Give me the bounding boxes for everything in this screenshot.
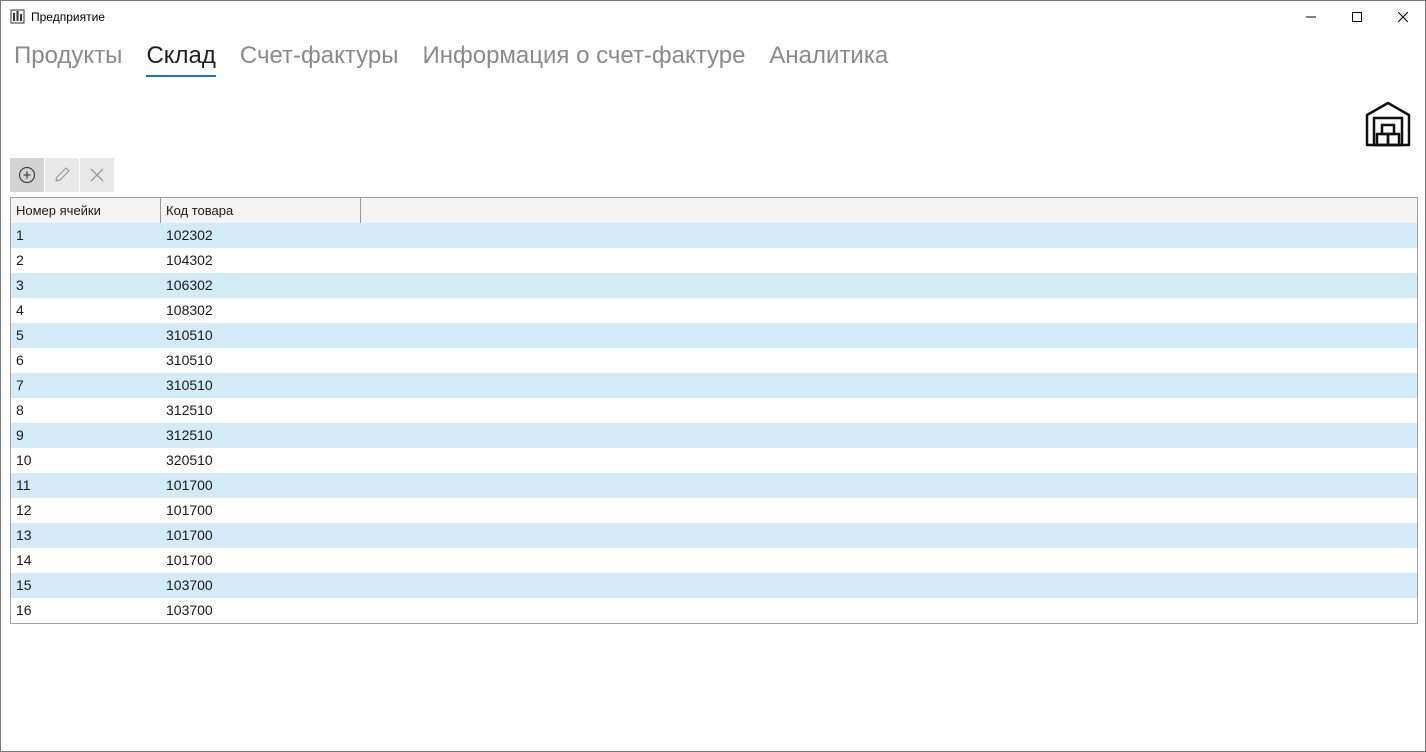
- warehouse-icon: [1365, 101, 1411, 147]
- table-row[interactable]: 1 102302: [11, 223, 1417, 248]
- main-tabs: Продукты Склад Счет-фактуры Информация о…: [14, 41, 912, 81]
- edit-button[interactable]: [45, 158, 79, 192]
- window-title: Предприятие: [31, 10, 105, 24]
- cell-number[interactable]: 8: [11, 398, 161, 423]
- pencil-icon: [55, 167, 70, 182]
- plus-circle-icon: [18, 166, 36, 184]
- cell-product-code[interactable]: 101700: [161, 498, 361, 523]
- app-window: Предприятие Продукты Склад Счет-фактуры …: [0, 0, 1426, 752]
- cell-product-code[interactable]: 106302: [161, 273, 361, 298]
- column-header-product-code[interactable]: Код товара: [161, 198, 361, 223]
- table-row[interactable]: 15 103700: [11, 573, 1417, 598]
- table-row[interactable]: 5 310510: [11, 323, 1417, 348]
- cell-number[interactable]: 5: [11, 323, 161, 348]
- cell-product-code[interactable]: 310510: [161, 323, 361, 348]
- cell-number[interactable]: 7: [11, 373, 161, 398]
- cell-number[interactable]: 11: [11, 473, 161, 498]
- table-row[interactable]: 2 104302: [11, 248, 1417, 273]
- grid-header: Номер ячейки Код товара: [11, 198, 1417, 223]
- cell-product-code[interactable]: 104302: [161, 248, 361, 273]
- column-header-cell-number[interactable]: Номер ячейки: [11, 198, 161, 223]
- cell-number[interactable]: 10: [11, 448, 161, 473]
- cell-product-code[interactable]: 101700: [161, 548, 361, 573]
- table-row[interactable]: 4 108302: [11, 298, 1417, 323]
- tab-analytics[interactable]: Аналитика: [769, 41, 888, 77]
- table-row[interactable]: 14 101700: [11, 548, 1417, 573]
- cell-product-code[interactable]: 108302: [161, 298, 361, 323]
- table-row[interactable]: 10 320510: [11, 448, 1417, 473]
- maximize-button[interactable]: [1334, 1, 1380, 32]
- cell-number[interactable]: 14: [11, 548, 161, 573]
- table-row[interactable]: 13 101700: [11, 523, 1417, 548]
- cell-number[interactable]: 16: [11, 598, 161, 623]
- cell-product-code[interactable]: 103700: [161, 598, 361, 623]
- cell-product-code[interactable]: 312510: [161, 398, 361, 423]
- cell-number[interactable]: 3: [11, 273, 161, 298]
- table-row[interactable]: 11 101700: [11, 473, 1417, 498]
- table-row[interactable]: 6 310510: [11, 348, 1417, 373]
- toolbar: [10, 158, 114, 192]
- cell-number[interactable]: 15: [11, 573, 161, 598]
- minimize-icon: [1306, 16, 1316, 17]
- table-row[interactable]: 8 312510: [11, 398, 1417, 423]
- cell-number[interactable]: 6: [11, 348, 161, 373]
- maximize-icon: [1352, 11, 1362, 22]
- tab-invoice-info[interactable]: Информация о счет-фактуре: [422, 41, 745, 77]
- minimize-button[interactable]: [1288, 1, 1334, 32]
- cell-product-code[interactable]: 103700: [161, 573, 361, 598]
- table-row[interactable]: 12 101700: [11, 498, 1417, 523]
- table-row[interactable]: 9 312510: [11, 423, 1417, 448]
- cell-number[interactable]: 2: [11, 248, 161, 273]
- grid-body: 1 102302 2 104302 3 106302 4 108302 5 310510 6 3105…: [11, 223, 1417, 623]
- table-row[interactable]: 16 103700: [11, 598, 1417, 623]
- cell-product-code[interactable]: 102302: [161, 223, 361, 248]
- column-header-filler: [361, 198, 1417, 223]
- close-icon: [90, 168, 104, 182]
- cell-number[interactable]: 1: [11, 223, 161, 248]
- tab-invoices[interactable]: Счет-фактуры: [240, 41, 399, 77]
- table-row[interactable]: 7 310510: [11, 373, 1417, 398]
- cell-product-code[interactable]: 101700: [161, 473, 361, 498]
- cell-number[interactable]: 13: [11, 523, 161, 548]
- cell-product-code[interactable]: 310510: [161, 373, 361, 398]
- cell-number[interactable]: 12: [11, 498, 161, 523]
- cell-product-code[interactable]: 310510: [161, 348, 361, 373]
- warehouse-grid[interactable]: Номер ячейки Код товара 1 102302 2 104302 3 1…: [10, 197, 1418, 624]
- close-icon: [1398, 11, 1408, 22]
- title-bar[interactable]: Предприятие: [1, 1, 1425, 32]
- app-icon: [10, 9, 25, 24]
- add-button[interactable]: [10, 158, 44, 192]
- cell-product-code[interactable]: 320510: [161, 448, 361, 473]
- delete-button[interactable]: [80, 158, 114, 192]
- close-button[interactable]: [1380, 1, 1426, 32]
- tab-products[interactable]: Продукты: [14, 41, 122, 77]
- table-row[interactable]: 3 106302: [11, 273, 1417, 298]
- tab-warehouse[interactable]: Склад: [146, 41, 217, 77]
- cell-product-code[interactable]: 101700: [161, 523, 361, 548]
- cell-product-code[interactable]: 312510: [161, 423, 361, 448]
- cell-number[interactable]: 4: [11, 298, 161, 323]
- cell-number[interactable]: 9: [11, 423, 161, 448]
